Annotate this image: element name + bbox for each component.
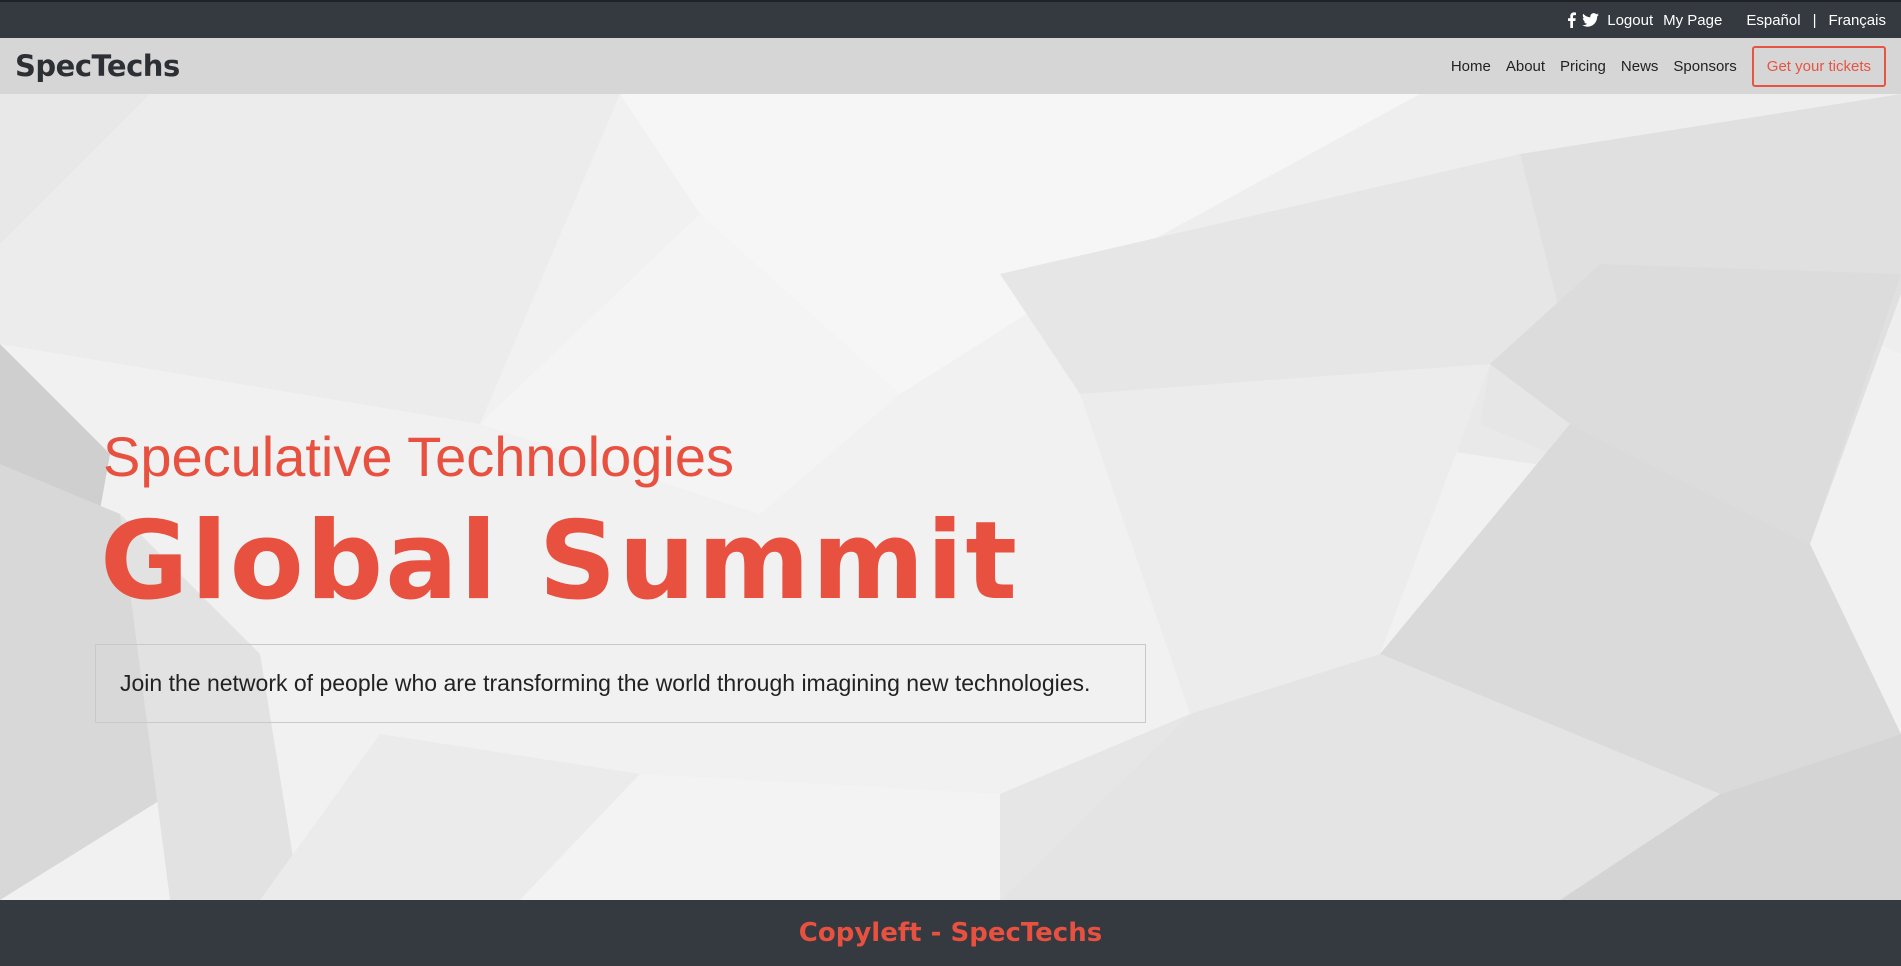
social-links: [1567, 12, 1600, 28]
my-page-link[interactable]: My Page: [1663, 12, 1722, 29]
language-separator: |: [1812, 11, 1817, 29]
hero-section: Speculative Technologies Global Summit J…: [0, 94, 1901, 900]
hero-tagline: Join the network of people who are trans…: [120, 670, 1091, 696]
tagline-box: Join the network of people who are trans…: [95, 644, 1146, 723]
logout-link[interactable]: Logout: [1607, 12, 1653, 29]
top-utility-bar: Logout My Page Español | Français: [0, 0, 1901, 38]
main-navbar: SpecTechs Home About Pricing News Sponso…: [0, 38, 1901, 94]
brand-logo[interactable]: SpecTechs: [15, 49, 180, 83]
facebook-icon[interactable]: [1567, 12, 1577, 28]
nav-item-home[interactable]: Home: [1451, 58, 1491, 75]
hero-title: Global Summit: [100, 499, 1020, 624]
nav-item-about[interactable]: About: [1506, 58, 1545, 75]
hero-subtitle: Speculative Technologies: [103, 425, 734, 488]
nav-item-news[interactable]: News: [1621, 58, 1659, 75]
twitter-icon[interactable]: [1582, 13, 1600, 27]
nav-item-sponsors[interactable]: Sponsors: [1673, 58, 1736, 75]
language-french-link[interactable]: Français: [1828, 12, 1886, 29]
page-footer: Copyleft - SpecTechs: [0, 900, 1901, 966]
hero-background-pattern: [0, 94, 1901, 900]
main-nav: Home About Pricing News Sponsors Get you…: [1436, 45, 1886, 87]
get-tickets-button[interactable]: Get your tickets: [1751, 45, 1886, 87]
footer-copyleft: Copyleft - SpecTechs: [798, 918, 1103, 948]
language-spanish-link[interactable]: Español: [1746, 12, 1800, 29]
nav-item-pricing[interactable]: Pricing: [1560, 58, 1606, 75]
